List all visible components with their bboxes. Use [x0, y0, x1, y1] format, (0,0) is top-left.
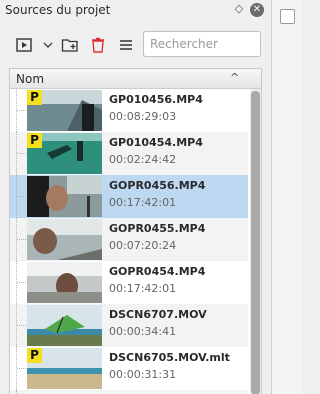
clip-row[interactable]: P DSCN6705.MOV.mlt 00:00:31:31	[10, 347, 248, 390]
tree-branch-line	[16, 132, 27, 175]
search-input[interactable]	[143, 31, 261, 57]
hamburger-menu-icon	[120, 40, 132, 50]
clip-name: DSCN6705.MOV.mlt	[109, 351, 230, 364]
tree-branch-line	[16, 304, 27, 347]
tree-branch-line	[16, 89, 27, 132]
clip-row-selected[interactable]: GOPR0456.MP4 00:17:42:01	[10, 175, 248, 218]
float-panel-icon[interactable]: ◇	[233, 2, 245, 16]
clip-row[interactable]: GOPR0454.MP4 00:17:42:01	[10, 261, 248, 304]
clip-thumbnail	[27, 176, 102, 217]
tree-branch-line	[16, 261, 27, 304]
adjacent-panel-edge	[271, 0, 301, 394]
delete-clip-button[interactable]	[88, 35, 108, 55]
clip-duration: 00:07:20:24	[109, 239, 177, 252]
add-clip-dropdown[interactable]	[38, 35, 58, 55]
close-panel-icon[interactable]: ✕	[250, 3, 264, 17]
clip-name: GP010456.MP4	[109, 93, 203, 106]
clip-thumbnail	[27, 219, 102, 260]
column-header-label: Nom	[16, 72, 45, 86]
proxy-badge: P	[27, 90, 42, 105]
add-folder-button[interactable]	[60, 35, 80, 55]
add-clip-icon	[16, 38, 32, 52]
new-folder-icon	[61, 39, 78, 52]
tree-branch-line	[16, 347, 27, 390]
clip-row[interactable]: GOPR0455.MP4 00:07:20:24	[10, 218, 248, 261]
clip-duration: 00:02:24:42	[109, 153, 177, 166]
proxy-badge: P	[27, 348, 42, 363]
clip-name: GOPR0454.MP4	[109, 265, 206, 278]
clip-name: GOPR0455.MP4	[109, 222, 206, 235]
clip-duration: 00:17:42:01	[109, 196, 177, 209]
clip-thumbnail	[27, 305, 102, 346]
clip-duration: 00:08:29:03	[109, 110, 177, 123]
chevron-down-icon	[43, 42, 53, 48]
clip-name: GOPR0456.MP4	[109, 179, 206, 192]
clip-thumbnail	[27, 262, 102, 303]
sort-indicator-icon: ^	[230, 71, 240, 84]
clip-row-partial[interactable]	[10, 390, 248, 394]
clip-name: GP010454.MP4	[109, 136, 203, 149]
clip-thumbnail: P	[27, 90, 102, 131]
checkbox[interactable]	[280, 9, 295, 24]
project-bin-panel: Sources du projet ◇ ✕ Rechercher Nom ^ P…	[0, 0, 270, 394]
clip-row[interactable]: P GP010456.MP4 00:08:29:03	[10, 89, 248, 132]
panel-title: Sources du projet	[5, 3, 111, 17]
menu-button[interactable]	[116, 35, 136, 55]
clip-duration: 00:00:31:31	[109, 368, 177, 381]
trash-icon	[92, 37, 104, 53]
clip-row[interactable]: P GP010454.MP4 00:02:24:42	[10, 132, 248, 175]
add-clip-button[interactable]	[14, 35, 34, 55]
tree-branch-line	[16, 390, 27, 394]
clip-name: DSCN6707.MOV	[109, 308, 207, 321]
proxy-badge: P	[27, 133, 42, 148]
clip-thumbnail: P	[27, 133, 102, 174]
clip-duration: 00:17:42:01	[109, 282, 177, 295]
column-header-name[interactable]: Nom ^	[10, 69, 261, 89]
scrollbar-thumb[interactable]	[251, 91, 260, 394]
clip-duration: 00:00:34:41	[109, 325, 177, 338]
tree-branch-line	[16, 218, 27, 261]
tree-branch-line	[16, 175, 27, 218]
clip-tree: Nom ^ P GP010456.MP4 00:08:29:03 P GP010…	[9, 68, 262, 394]
clip-row[interactable]: DSCN6707.MOV 00:00:34:41	[10, 304, 248, 347]
vertical-scrollbar[interactable]	[250, 89, 261, 394]
clip-thumbnail: P	[27, 348, 102, 389]
